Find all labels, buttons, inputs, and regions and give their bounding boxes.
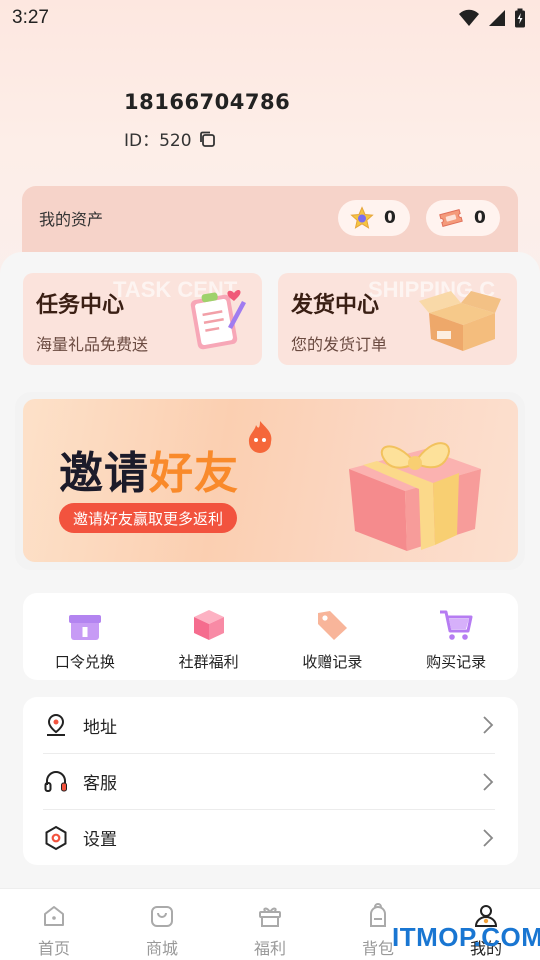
ticket-icon [439,209,463,227]
quick-action-community-benefits[interactable]: 社群福利 [147,593,271,680]
package-box-icon [419,291,501,351]
copy-icon[interactable] [198,130,216,148]
tab-label: 福利 [253,939,286,958]
tab-label: 商城 [145,939,178,958]
gift-box-illustration [349,442,481,551]
menu-item-settings[interactable]: 设置 [43,809,495,865]
banner-title-part2: 好友 [149,448,239,499]
battery-icon [515,8,525,28]
quick-action-label: 社群福利 [178,653,239,671]
menu-item-address[interactable]: 地址 [43,697,495,753]
star-coin-icon [350,206,374,229]
chevron-right-icon [483,828,494,847]
quick-action-purchase-records[interactable]: 购买记录 [394,593,518,680]
user-id: ID：520 [124,131,192,151]
task-center-card[interactable]: TASK CENT 任务中心 海量礼品免费送 [23,273,262,365]
user-id-row: ID：520 [124,126,290,151]
backpack-icon [370,903,386,927]
settings-menu: 地址 客服 设置 [23,697,518,865]
quick-action-label: 收赠记录 [302,653,363,671]
tab-home[interactable]: 首页 [0,889,108,960]
shipping-center-subtitle: 您的发货订单 [291,335,388,354]
wifi-icon [459,9,479,26]
quick-action-label: 购买记录 [426,653,487,671]
ticket-balance-chip[interactable]: 0 [426,200,500,236]
chevron-right-icon [483,772,494,791]
task-center-subtitle: 海量礼品免费送 [36,335,149,354]
home-icon [44,906,64,926]
gift-icon [259,907,281,927]
tag-icon [318,611,348,640]
site-watermark: ITMOP.COM [392,922,540,952]
shipping-center-card[interactable]: SHIPPING C 发货中心 您的发货订单 [278,273,517,365]
ticket-count: 0 [474,208,486,228]
tab-label: 背包 [361,939,394,958]
status-time: 3:27 [12,7,49,28]
star-balance-chip[interactable]: 0 [338,200,410,236]
banner-title-part1: 邀请 [59,448,149,499]
shipping-center-title: 发货中心 [291,293,380,318]
location-pin-icon [47,713,65,736]
status-bar: 3:27 [0,0,540,36]
tab-benefits[interactable]: 福利 [216,889,324,960]
user-phone: 18166704786 [124,90,291,114]
banner-pill: 邀请好友赢取更多返利 [59,503,238,533]
invite-friends-banner[interactable]: 邀请好友 邀请好友赢取更多返利 [23,399,518,562]
status-icons [458,8,526,28]
quick-action-redeem-code[interactable]: 口令兑换 [23,593,147,680]
quick-actions-panel: 口令兑换 社群福利 收赠记录 购买记录 [23,593,518,680]
flame-mascot-icon [248,421,272,453]
assets-label: 我的资产 [39,210,104,229]
headphones-icon [44,770,67,792]
menu-item-label: 地址 [83,717,117,738]
tab-shop[interactable]: 商城 [108,889,216,960]
gift-box-icon [68,615,101,640]
task-center-title: 任务中心 [36,293,125,318]
user-info: 18166704786 ID：520 [124,90,290,151]
quick-action-gift-records[interactable]: 收赠记录 [271,593,395,680]
hexagon-settings-icon [45,825,67,850]
cube-box-icon [193,610,224,640]
star-count: 0 [384,208,396,228]
menu-item-label: 客服 [83,774,117,794]
banner-title: 邀请好友 [59,437,239,501]
menu-item-label: 设置 [83,830,117,850]
shop-bag-icon [151,906,173,927]
chevron-right-icon [483,716,494,734]
clipboard-icon [190,290,246,350]
menu-item-customer-service[interactable]: 客服 [43,753,495,809]
cellular-signal-icon [489,10,505,26]
tab-label: 首页 [37,939,70,958]
cart-icon [440,610,473,640]
quick-action-label: 口令兑换 [54,653,115,671]
